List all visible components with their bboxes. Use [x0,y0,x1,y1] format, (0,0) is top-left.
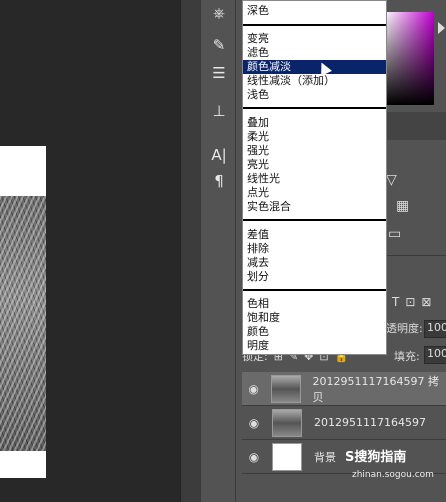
menu-group-lighten: 变亮 滤色 颜色减淡 线性减淡（添加） 浅色 [243,32,386,102]
layer-name: 背景 [314,450,336,464]
gradient-map-icon[interactable]: ▭ [388,226,401,242]
menu-item[interactable]: 浅色 [243,88,386,102]
visibility-eye-icon[interactable]: ◉ [242,450,266,464]
fill-label: 填充: [394,350,420,363]
color-picker-field[interactable] [384,12,434,105]
layer-row[interactable]: ◉ 背景 [242,440,446,474]
menu-item[interactable]: 滤色 [243,46,386,60]
menu-item[interactable]: 差值 [243,228,386,242]
menu-item-highlighted[interactable]: 颜色减淡 [243,60,386,74]
layer-thumbnail [272,408,302,437]
grid-icon[interactable]: ▦ [396,198,409,214]
menu-separator [243,24,386,26]
menu-item[interactable]: 排除 [243,242,386,256]
hue-slider-arrow-icon[interactable] [438,22,445,34]
menu-item[interactable]: 颜色 [243,325,386,339]
menu-item[interactable]: 变亮 [243,32,386,46]
document-canvas[interactable] [0,146,46,478]
opacity-field[interactable]: 100% [424,320,446,338]
menu-group-inversion: 差值 排除 减去 划分 [243,228,386,284]
menu-item[interactable]: 深色 [243,4,386,18]
tools-strip: ⎈ ✎ ☰ ⊥ A| ¶ [200,0,236,502]
layer-filter-toolbar: T ⊡ ⊠ [386,290,446,314]
photo-hair-image [0,196,46,451]
menu-item[interactable]: 实色混合 [243,200,386,214]
menu-separator [243,107,386,109]
brush-icon[interactable]: ✎ [208,34,230,56]
layer-thumbnail [272,442,302,471]
layer-row[interactable]: ◉ 2012951117164597 [242,406,446,440]
type-filter-icon[interactable]: T [392,295,399,309]
menu-group-component: 色相 饱和度 颜色 明度 [243,297,386,353]
menu-separator [243,219,386,221]
clone-stamp-icon[interactable]: ⎈ [208,2,230,24]
menu-item[interactable]: 划分 [243,270,386,284]
menu-item[interactable]: 减去 [243,256,386,270]
layer-thumbnail [271,374,301,403]
paragraph-icon[interactable]: ¶ [208,170,230,192]
menu-item[interactable]: 强光 [243,144,386,158]
menu-item[interactable]: 叠加 [243,116,386,130]
menu-item[interactable]: 线性光 [243,172,386,186]
canvas-area[interactable] [0,0,180,502]
layer-name: 2012951117164597 [314,416,426,429]
photoshop-window: ⎈ ✎ ☰ ⊥ A| ¶ ▽ ▦ ▭ T ⊡ ⊠ 透明度: 100% 锁定: ⊞… [0,0,446,502]
panel-divider [180,0,200,502]
character-icon[interactable]: A| [208,144,230,166]
menu-item[interactable]: 点光 [243,186,386,200]
brush-settings-icon[interactable]: ☰ [208,62,230,84]
layer-name: 2012951117164597 拷贝 [312,374,439,404]
shape-filter-icon[interactable]: ⊡ [405,295,415,309]
fill-field[interactable]: 100% [424,346,446,364]
levels-triangle-icon[interactable]: ▽ [386,172,397,188]
menu-item[interactable]: 色相 [243,297,386,311]
watermark-logo: S搜狗指南 [345,450,407,465]
blend-mode-menu[interactable]: 深色 变亮 滤色 颜色减淡 线性减淡（添加） 浅色 叠加 柔光 强光 亮光 线性… [242,0,387,355]
menu-item[interactable]: 饱和度 [243,311,386,325]
menu-separator [243,289,386,291]
menu-item[interactable]: 亮光 [243,158,386,172]
panel-tab-strip [386,112,446,140]
stamp-icon[interactable]: ⊥ [208,100,230,122]
smart-filter-icon[interactable]: ⊠ [421,295,431,309]
menu-item[interactable]: 明度 [243,339,386,353]
visibility-eye-icon[interactable]: ◉ [242,382,265,396]
panel-separator [386,255,446,256]
menu-item[interactable]: 柔光 [243,130,386,144]
menu-item[interactable]: 线性减淡（添加） [243,74,386,88]
layer-row[interactable]: ◉ 2012951117164597 拷贝 [242,372,446,406]
watermark-url: zhinan.sogou.com [352,470,434,480]
menu-group-darken: 深色 [243,4,386,18]
visibility-eye-icon[interactable]: ◉ [242,416,266,430]
menu-group-contrast: 叠加 柔光 强光 亮光 线性光 点光 实色混合 [243,116,386,214]
